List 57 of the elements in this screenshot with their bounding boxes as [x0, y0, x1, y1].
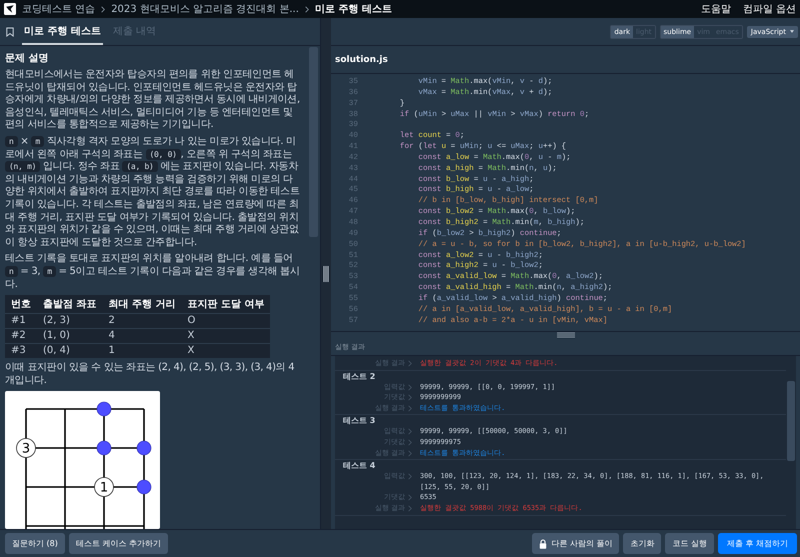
node-label: 1 [100, 480, 108, 496]
header-link[interactable]: 도움말 [700, 2, 731, 16]
chevron-icon [304, 6, 309, 12]
lock-icon [539, 538, 548, 548]
table-cell: (1, 0) [37, 328, 102, 344]
test-title: 테스트 4 [342, 460, 376, 472]
column-header: 최대 주행 거리 [102, 295, 182, 314]
table-cell: 1 [102, 344, 182, 358]
resize-grip-icon[interactable] [323, 266, 329, 282]
chevron-icon [408, 360, 412, 367]
node-label: 3 [22, 442, 30, 457]
resize-grip-icon[interactable] [556, 332, 574, 338]
chevron-icon [101, 6, 106, 12]
table-cell: O [181, 314, 270, 329]
column-header: 표지판 도달 여부 [181, 295, 270, 314]
footer-button[interactable]: 초기화 [623, 533, 662, 554]
paragraph: 테스트 기록을 토대로 표지판의 위치를 알아내려 합니다. 예를 들어 n = 3, m = 5이고 테스트 기록이 다음과 같은 경우를 생각해 봅시다. [5, 253, 300, 292]
test-title: 테스트 2 [342, 370, 376, 382]
table-cell: 4 [102, 328, 182, 344]
paragraph: 현대모비스에서는 운전자와 탑승자의 편의를 위한 인포테인먼트 헤드유닛이 탑재되어 있습니다. 인포테인먼트 헤드유닛은 운전자와 탑승자에게 차량내/외의 다양한 정보를 제공하면서 동시에 내비게이션, 음성인식, 텔레매틱스 서비스, 멀티미디어 기능 등 엔터테인먼트 및 편의 서비스를 통합적으로 제공하는 기기입니다. [5, 69, 301, 132]
scrollbar-thumb[interactable] [787, 381, 795, 461]
breadcrumb-link[interactable]: 미로 주행 테스트 [314, 2, 392, 16]
scrollbar-thumb[interactable] [309, 47, 318, 237]
solutions-button[interactable]: 다른 사람의 풀이 [532, 533, 620, 554]
paragraph: n × m 직사각형 격자 모양의 도로가 나 있는 미로가 있습니다. 미로에서 왼쪽 아래 구석의 좌표는 (0, 0) , 오른쪽 위 구석의 좌표는 (n, m) 입니다. 정수 좌표 (a, b) 에는 표지판이 있습니다. 자동차의 내비게이션 기능과 차량의 주행 능력을 검증하기 위해 미로의 다양한 위치에서 출발하여 표지판까지 최단 경로를 따라 이동한 테스트 기록이 있습니다. 각 테스트는 출발점의 좌표, 남은 연료량에 따른 최대 주행 거리, 표지판 도달 여부가 기록되어 있습니다. 출발점의 위치와 표지판의 위치가 같을 수 있으며, 이때는 최대 주행 거리에 상관없이 항상 표지판에 도달한 것으로 간주합니다. [5, 136, 301, 250]
file-tab[interactable]: solution.js [335, 54, 388, 64]
marker-dot [136, 440, 152, 456]
column-header: 번호 [5, 295, 37, 314]
chevron-icon [408, 473, 412, 480]
breadcrumb-link[interactable]: 코딩테스트 연습 [22, 2, 96, 16]
section-heading: 문제 설명 [5, 52, 50, 65]
header-link[interactable]: 컴파일 옵션 [742, 2, 796, 16]
table-cell: X [181, 344, 270, 358]
marker-dot [96, 402, 112, 417]
bookmark-icon[interactable] [6, 26, 14, 36]
table-cell: #1 [5, 314, 37, 329]
table-cell: (2, 3) [37, 314, 102, 329]
caret-icon [790, 30, 794, 33]
table-cell: (0, 4) [37, 344, 102, 358]
breadcrumb-link[interactable]: 2023 현대모비스 알고리즘 경진대회 본... [111, 2, 299, 16]
footer-button[interactable]: 테스트 케이스 추가하기 [68, 533, 168, 554]
test-title: 테스트 3 [342, 415, 376, 426]
node-circle [94, 477, 114, 498]
table-cell: 2 [102, 314, 182, 329]
marker-dot [136, 480, 152, 495]
footer-button[interactable]: 질문하기 (8) [5, 533, 65, 554]
submit-button[interactable]: 제출 후 채점하기 [718, 533, 797, 554]
column-header: 출발점 좌표 [37, 295, 102, 314]
logo-icon[interactable] [4, 3, 16, 15]
table-cell: #2 [5, 328, 37, 344]
table-cell: #3 [5, 344, 37, 358]
marker-dot [96, 440, 112, 456]
paragraph: 이때 표지판이 있을 수 있는 좌표는 (2, 4), (2, 5), (3, 3), (3, 4)의 4개입니다. [5, 362, 296, 388]
node-circle [16, 438, 36, 458]
table-cell: X [181, 328, 270, 344]
footer-button[interactable]: 코드 실행 [665, 533, 714, 554]
tab[interactable]: 미로 주행 테스트 [22, 18, 103, 45]
